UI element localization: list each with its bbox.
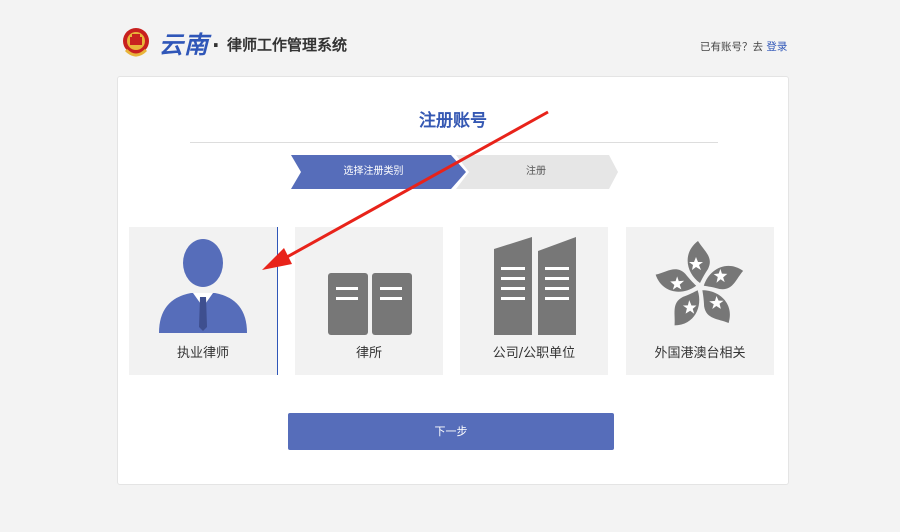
option-foreign-hk-macao-taiwan[interactable]: 外国港澳台相关	[626, 227, 774, 375]
option-company[interactable]: 公司/公职单位	[460, 227, 608, 375]
office-building-icon	[494, 237, 576, 335]
option-label: 律所	[355, 346, 382, 361]
header: 云南 · 律师工作管理系统 已有账号？去 登录	[0, 0, 900, 70]
option-practicing-lawyer[interactable]: 执业律师	[129, 227, 278, 375]
step-1-label: 选择注册类别	[343, 166, 404, 177]
register-card: 注册账号 选择注册类别 注册 执业律师 律所 公司/公职单位 外国港澳台相关 下…	[117, 76, 789, 485]
step-2-label: 注册	[526, 166, 546, 177]
login-hint: 已有账号？去 登录	[700, 40, 787, 54]
bauhinia-flower-icon	[652, 241, 747, 332]
law-firm-building-icon	[328, 273, 412, 335]
option-label: 外国港澳台相关	[654, 346, 746, 361]
option-law-firm[interactable]: 律所	[295, 227, 443, 375]
option-label: 公司/公职单位	[492, 346, 576, 361]
page-title: 注册账号	[419, 111, 487, 131]
logo-dot: ·	[212, 33, 220, 57]
next-step-button[interactable]: 下一步	[288, 413, 614, 450]
option-label: 执业律师	[176, 346, 229, 361]
system-name: 律师工作管理系统	[227, 36, 348, 54]
title-divider	[190, 142, 718, 143]
login-link[interactable]: 登录	[766, 41, 787, 53]
lawyer-person-icon	[159, 239, 247, 333]
step-indicator: 选择注册类别 注册	[291, 155, 621, 189]
logo-text: 云南	[159, 30, 209, 59]
national-emblem-icon	[123, 28, 149, 57]
login-prompt: 已有账号？去	[700, 41, 767, 53]
